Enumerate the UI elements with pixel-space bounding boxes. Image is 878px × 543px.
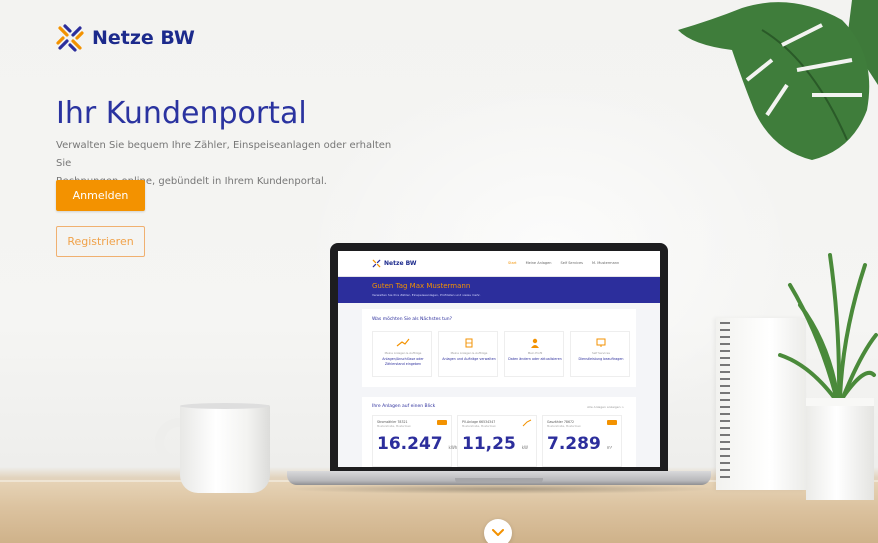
screen-meter-value: 11,25 kW (462, 434, 528, 454)
laptop-notch (455, 478, 543, 483)
screen-tile-category: Self Services (592, 351, 610, 355)
screen-nav-item: Start (508, 261, 517, 265)
screen-brand-name: Netze BW (384, 260, 417, 267)
screen-facilities-link: Alle Anlagen anzeigen > (587, 405, 624, 409)
screen-nav-item: Self Services (560, 261, 583, 265)
coffee-mug (180, 405, 270, 493)
screen-facilities-title: Ihre Anlagen auf einen Blick (372, 404, 436, 409)
screen-action-tile: Meine Anlagen & Aufträge Anlagen und Auf… (438, 331, 498, 377)
building-icon (465, 338, 473, 348)
screen-tile-category: Mein Profil (527, 351, 543, 355)
screen-meter-value: 16.247 kWh (377, 434, 457, 454)
screen-meter-card: Stromzähler 78321 Musterstraße, Musterto… (372, 415, 457, 467)
screen-meter-name: PV-Anlage 66534347 (462, 420, 496, 424)
screen-facilities-panel: Ihre Anlagen auf einen Blick Alle Anlage… (362, 397, 636, 467)
screen-meter-name: Gaszähler 78672 (547, 420, 575, 424)
screen-greeting-sub: Verwalten Sie Ihre Zähler, Einspeiseanla… (372, 293, 481, 297)
screen-meter-value: 7.289 m³ (547, 434, 612, 454)
screen-meter-address: Musterstraße, Mustertown (377, 425, 412, 428)
mug-rim (180, 403, 270, 409)
screen-meter-address: Musterstraße, Mustertown (547, 425, 582, 428)
screen-greeting: Guten Tag Max Mustermann (372, 282, 471, 290)
plant-pot-rim (806, 398, 874, 406)
screen-nav-item: Meine Anlagen (525, 261, 552, 265)
register-button[interactable]: Registrieren (56, 226, 145, 257)
screen-meter-unit: kW (521, 445, 528, 450)
laptop-shadow (280, 484, 720, 494)
screen-meter-number: 16.247 (377, 434, 443, 454)
screen-tile-label: Daten ändern oder aktualisieren (508, 357, 562, 361)
screen-action-tiles: Meine Anlagen & Aufträge Anlagen/Anschlü… (372, 331, 630, 377)
potted-plant-image (778, 253, 878, 402)
screen-action-tile: Mein Profil Daten ändern oder aktualisie… (504, 331, 564, 377)
brand-name: Netze BW (92, 27, 195, 49)
chevron-down-icon (492, 529, 504, 536)
screen-meter-name: Stromzähler 78321 (377, 420, 408, 424)
scroll-down-button[interactable] (484, 519, 512, 543)
login-button[interactable]: Anmelden (56, 180, 145, 211)
user-icon (531, 338, 539, 348)
screen-meter-badge (437, 420, 447, 425)
screen-action-tile: Meine Anlagen & Aufträge Anlagen/Anschlü… (372, 331, 432, 377)
screen-logo-icon (372, 259, 381, 268)
screen-nav: Start Meine Anlagen Self Services M. Mus… (508, 261, 619, 265)
netze-bw-logo-icon (56, 24, 84, 52)
hero-description-line-1: Verwalten Sie bequem Ihre Zähler, Einspe… (56, 140, 392, 169)
solar-icon (522, 419, 532, 427)
screen-logo: Netze BW (372, 259, 416, 268)
screen-meter-card: PV-Anlage 66534347 Musterstraße, Mustert… (457, 415, 537, 467)
monstera-leaf-image (678, 0, 878, 160)
notebook-rings (720, 322, 730, 482)
plug-icon (396, 338, 410, 347)
screen-meter-cards: Stromzähler 78321 Musterstraße, Musterto… (372, 415, 622, 467)
screen-meter-number: 7.289 (547, 434, 601, 454)
screen-meter-unit: m³ (606, 445, 613, 450)
plant-pot (806, 398, 874, 500)
screen-meter-number: 11,25 (462, 434, 516, 454)
screen-greeting-banner: Guten Tag Max Mustermann Verwalten Sie I… (338, 277, 660, 303)
screen-actions-panel: Was möchten Sie als Nächstes tun? Meine … (362, 309, 636, 387)
screen-tile-label: Anlagen/Anschlüsse oder Zählerstand eing… (382, 357, 424, 366)
screen-actions-question: Was möchten Sie als Nächstes tun? (372, 317, 453, 322)
screen-nav-item: M. Mustermann (591, 261, 620, 265)
screen-meter-card: Gaszähler 78672 Musterstraße, Mustertown… (542, 415, 622, 467)
screen-tile-label: Anlagen und Aufträge verwalten (442, 357, 496, 361)
landing-page: Netze BW Ihr Kundenportal Verwalten Sie … (0, 0, 878, 543)
screen-tile-label: Dienstleistung beauftragen (578, 357, 624, 361)
laptop-screen: Netze BW Start Meine Anlagen Self Servic… (338, 251, 660, 467)
screen-meter-badge (607, 420, 617, 425)
screen-action-tile: Self Services Dienstleistung beauftragen (570, 331, 630, 377)
netze-bw-logo[interactable]: Netze BW (56, 24, 195, 52)
screen-meter-address: Musterstraße, Mustertown (462, 425, 497, 428)
monitor-icon (596, 338, 606, 347)
screen-navbar: Netze BW Start Meine Anlagen Self Servic… (338, 251, 660, 277)
screen-tile-category: Meine Anlagen & Aufträge (450, 351, 488, 355)
screen-tile-category: Meine Anlagen & Aufträge (384, 351, 422, 355)
page-title: Ihr Kundenportal (56, 96, 307, 131)
